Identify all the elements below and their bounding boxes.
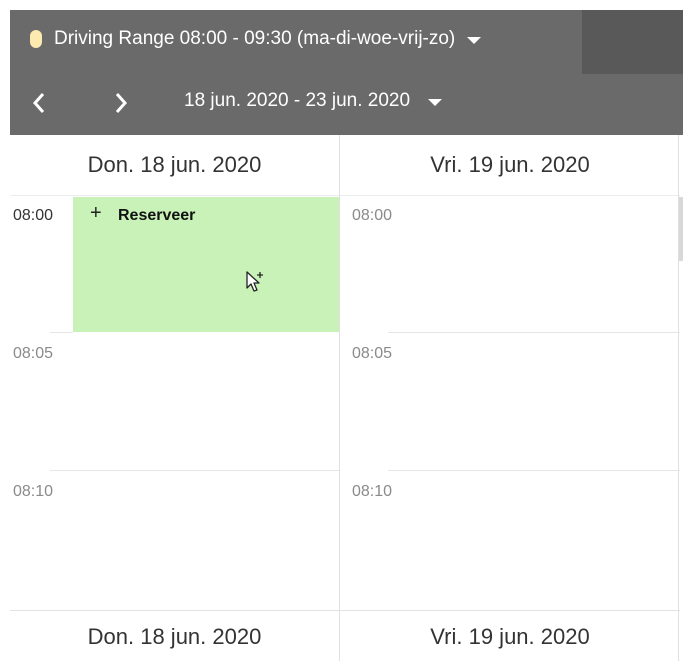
date-navigation: 18 jun. 2020 - 23 jun. 2020 — [10, 84, 683, 124]
slot-divider — [388, 332, 680, 333]
reserve-slot-button[interactable]: + Reserveer — [73, 197, 339, 332]
column-header-day-1: Don. 18 jun. 2020 — [10, 135, 339, 196]
reserve-label: Reserveer — [118, 207, 196, 224]
chevron-down-icon — [428, 98, 443, 106]
plus-icon: + — [90, 202, 102, 224]
time-label: 08:10 — [13, 483, 54, 500]
column-header-day-2: Vri. 19 jun. 2020 — [340, 135, 680, 196]
time-label: 08:05 — [352, 345, 393, 362]
next-button[interactable] — [106, 88, 136, 118]
date-range-label: 18 jun. 2020 - 23 jun. 2020 — [184, 90, 411, 111]
header-side-panel — [582, 10, 683, 74]
chevron-left-icon — [32, 93, 45, 113]
chevron-down-icon — [467, 36, 482, 44]
facility-label: Driving Range 08:00 - 09:30 (ma-di-woe-v… — [54, 28, 456, 49]
facility-selector[interactable]: Driving Range 08:00 - 09:30 (ma-di-woe-v… — [30, 24, 482, 54]
booking-calendar: Driving Range 08:00 - 09:30 (ma-di-woe-v… — [10, 10, 683, 661]
facility-color-dot — [30, 30, 42, 48]
time-label: 08:00 — [13, 207, 54, 224]
time-label: 08:10 — [352, 483, 393, 500]
slot-divider — [388, 470, 680, 471]
calendar-header: Driving Range 08:00 - 09:30 (ma-di-woe-v… — [10, 10, 683, 135]
chevron-right-icon — [115, 93, 128, 113]
slot-divider — [50, 470, 339, 471]
scrollbar[interactable] — [679, 197, 683, 261]
time-label: 08:05 — [13, 345, 54, 362]
previous-button[interactable] — [24, 88, 54, 118]
column-footer-day-1: Don. 18 jun. 2020 — [10, 610, 339, 661]
mouse-cursor-icon — [246, 271, 263, 292]
slot-divider — [50, 332, 73, 333]
column-footer-day-2: Vri. 19 jun. 2020 — [340, 610, 680, 661]
date-range-selector[interactable]: 18 jun. 2020 - 23 jun. 2020 — [184, 90, 443, 112]
time-label: 08:00 — [352, 207, 393, 224]
column-divider — [339, 135, 340, 661]
